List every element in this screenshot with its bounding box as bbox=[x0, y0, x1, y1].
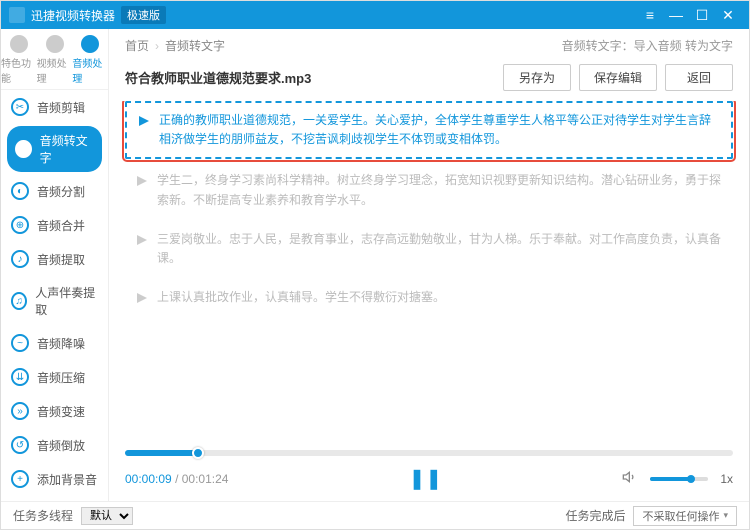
sidebar-item-label: 音频倒放 bbox=[37, 437, 85, 454]
transcript-segment[interactable]: 正确的教师职业道德规范，一关爱学生。关心爱护，全体学生尊重学生人格平等公正对待学… bbox=[125, 101, 733, 159]
speed-icon: » bbox=[11, 402, 29, 420]
volume-icon[interactable] bbox=[622, 469, 638, 488]
segment-text: 正确的教师职业道德规范，一关爱学生。关心爱护，全体学生尊重学生人格平等公正对待学… bbox=[159, 111, 721, 149]
settings-icon[interactable]: ≡ bbox=[637, 7, 663, 23]
split-icon: ◐ bbox=[11, 182, 29, 200]
close-button[interactable]: ✕ bbox=[715, 7, 741, 24]
sidebar-item-label: 音频压缩 bbox=[37, 369, 85, 386]
extract-icon: ♪ bbox=[11, 250, 29, 268]
sidebar-item-label: 音频降噪 bbox=[37, 335, 85, 352]
play-icon bbox=[137, 114, 151, 128]
topnav-special[interactable]: 特色功能 bbox=[1, 35, 37, 85]
sidebar-item-bgm[interactable]: + 添加背景音 bbox=[1, 462, 108, 496]
maximize-button[interactable]: ☐ bbox=[689, 7, 715, 24]
file-header: 符合教师职业道德规范要求.mp3 另存为 保存编辑 返回 bbox=[109, 58, 749, 101]
main-panel: 首页 › 音频转文字 音频转文字：导入音频 转为文字 符合教师职业道德规范要求.… bbox=[109, 29, 749, 501]
sidebar-item-split[interactable]: ◐ 音频分割 bbox=[1, 174, 108, 208]
app-logo-icon bbox=[9, 7, 25, 23]
mic-icon: ♫ bbox=[11, 292, 27, 310]
back-button[interactable]: 返回 bbox=[665, 64, 733, 91]
sidebar-list: ✂ 音频剪辑 ● 音频转文字 ◐ 音频分割 ⊕ 音频合并 ♪ 音频提取 ♫ 人声伴奏提取 ~… bbox=[1, 90, 108, 501]
pause-button[interactable]: ❚❚ bbox=[409, 466, 443, 491]
player-controls: 00:00:09 / 00:01:24 ❚❚ 1x bbox=[125, 466, 733, 491]
transcript-area: 正确的教师职业道德规范，一关爱学生。关心爱护，全体学生尊重学生人格平等公正对待学… bbox=[109, 101, 749, 442]
minimize-button[interactable]: — bbox=[663, 7, 689, 23]
sidebar-item-compress[interactable]: ⇊ 音频压缩 bbox=[1, 360, 108, 394]
sidebar-item-transcribe[interactable]: ● 音频转文字 bbox=[7, 126, 102, 172]
transcript-segment[interactable]: 上课认真批改作业，认真辅导。学生不得敷衍对搪塞。 bbox=[125, 280, 733, 315]
sidebar: 特色功能 视频处理 音频处理 ✂ 音频剪辑 ● 音频转文字 ◐ 音频分割 ⊕ 音频合并 … bbox=[1, 29, 109, 501]
after-complete-label: 任务完成后 bbox=[565, 507, 625, 524]
volume-slider[interactable] bbox=[650, 477, 708, 481]
progress-bar[interactable] bbox=[125, 450, 733, 456]
segment-text: 学生二，终身学习素尚科学精神。树立终身学习理念，拓宽知识视野更新知识结构。潜心钻… bbox=[157, 171, 723, 209]
edition-badge: 极速版 bbox=[121, 6, 166, 24]
sidebar-item-vocal[interactable]: ♫ 人声伴奏提取 bbox=[1, 276, 108, 326]
sidebar-item-reverse[interactable]: ↺ 音频倒放 bbox=[1, 428, 108, 462]
chevron-right-icon: › bbox=[155, 39, 159, 53]
chevron-down-icon: ▾ bbox=[723, 510, 728, 521]
duration: 00:01:24 bbox=[182, 472, 229, 486]
page-hint: 音频转文字：导入音频 转为文字 bbox=[562, 37, 733, 54]
play-icon bbox=[135, 233, 149, 247]
volume-thumb[interactable] bbox=[687, 475, 695, 483]
sidebar-item-label: 音频转文字 bbox=[40, 132, 94, 166]
volume-fill bbox=[650, 477, 691, 481]
time-display: 00:00:09 / 00:01:24 bbox=[125, 472, 228, 486]
breadcrumb-current: 音频转文字 bbox=[165, 37, 225, 54]
save-edit-button[interactable]: 保存编辑 bbox=[579, 64, 657, 91]
breadcrumb: 首页 › 音频转文字 音频转文字：导入音频 转为文字 bbox=[109, 29, 749, 58]
sidebar-item-label: 音频合并 bbox=[37, 217, 85, 234]
sidebar-item-label: 音频分割 bbox=[37, 183, 85, 200]
speed-button[interactable]: 1x bbox=[720, 472, 733, 486]
text-icon: ● bbox=[15, 140, 32, 158]
sidebar-item-extract[interactable]: ♪ 音频提取 bbox=[1, 242, 108, 276]
segment-text: 三爱岗敬业。忠于人民，是教育事业，志存高远勤勉敬业，甘为人梯。乐于奉献。对工作高… bbox=[157, 230, 723, 268]
top-nav: 特色功能 视频处理 音频处理 bbox=[1, 29, 108, 90]
multithread-label: 任务多线程 bbox=[13, 507, 73, 524]
scissors-icon: ✂ bbox=[11, 98, 29, 116]
sidebar-item-merge[interactable]: ⊕ 音频合并 bbox=[1, 208, 108, 242]
titlebar: 迅捷视频转换器 极速版 ≡ — ☐ ✕ bbox=[1, 1, 749, 29]
save-as-button[interactable]: 另存为 bbox=[503, 64, 571, 91]
wave-icon: ~ bbox=[11, 334, 29, 352]
breadcrumb-root[interactable]: 首页 bbox=[125, 37, 149, 54]
sidebar-item-speed[interactable]: » 音频变速 bbox=[1, 394, 108, 428]
after-complete-value: 不采取任何操作 bbox=[642, 508, 719, 524]
transcript-segment[interactable]: 学生二，终身学习素尚科学精神。树立终身学习理念，拓宽知识视野更新知识结构。潜心钻… bbox=[125, 163, 733, 217]
topnav-audio[interactable]: 音频处理 bbox=[72, 35, 108, 85]
segment-text: 上课认真批改作业，认真辅导。学生不得敷衍对搪塞。 bbox=[157, 288, 445, 307]
sidebar-item-label: 人声伴奏提取 bbox=[35, 284, 98, 318]
star-icon bbox=[10, 35, 28, 53]
music-icon: + bbox=[11, 470, 29, 488]
player: 00:00:09 / 00:01:24 ❚❚ 1x bbox=[109, 442, 749, 501]
topnav-label: 特色功能 bbox=[1, 55, 37, 85]
reverse-icon: ↺ bbox=[11, 436, 29, 454]
after-complete-select[interactable]: 不采取任何操作 ▾ bbox=[633, 506, 737, 526]
file-name: 符合教师职业道德规范要求.mp3 bbox=[125, 68, 495, 87]
transcript-segment[interactable]: 三爱岗敬业。忠于人民，是教育事业，志存高远勤勉敬业，甘为人梯。乐于奉献。对工作高… bbox=[125, 222, 733, 276]
sidebar-item-label: 音频变速 bbox=[37, 403, 85, 420]
bottom-bar: 任务多线程 默认 任务完成后 不采取任何操作 ▾ bbox=[1, 501, 749, 529]
sidebar-item-label: 音频剪辑 bbox=[37, 99, 85, 116]
play-icon bbox=[135, 291, 149, 305]
play-icon bbox=[135, 174, 149, 188]
video-icon bbox=[46, 35, 64, 53]
sidebar-item-denoise[interactable]: ~ 音频降噪 bbox=[1, 326, 108, 360]
compress-icon: ⇊ bbox=[11, 368, 29, 386]
app-title: 迅捷视频转换器 bbox=[31, 7, 115, 24]
sidebar-item-label: 添加背景音 bbox=[37, 471, 97, 488]
topnav-label: 视频处理 bbox=[37, 55, 73, 85]
progress-thumb[interactable] bbox=[192, 447, 204, 459]
current-time: 00:00:09 bbox=[125, 472, 172, 486]
topnav-label: 音频处理 bbox=[72, 55, 108, 85]
topnav-video[interactable]: 视频处理 bbox=[37, 35, 73, 85]
progress-fill bbox=[125, 450, 198, 456]
sidebar-item-trim[interactable]: ✂ 音频剪辑 bbox=[1, 90, 108, 124]
sidebar-item-label: 音频提取 bbox=[37, 251, 85, 268]
merge-icon: ⊕ bbox=[11, 216, 29, 234]
audio-icon bbox=[81, 35, 99, 53]
multithread-select[interactable]: 默认 bbox=[81, 507, 133, 525]
